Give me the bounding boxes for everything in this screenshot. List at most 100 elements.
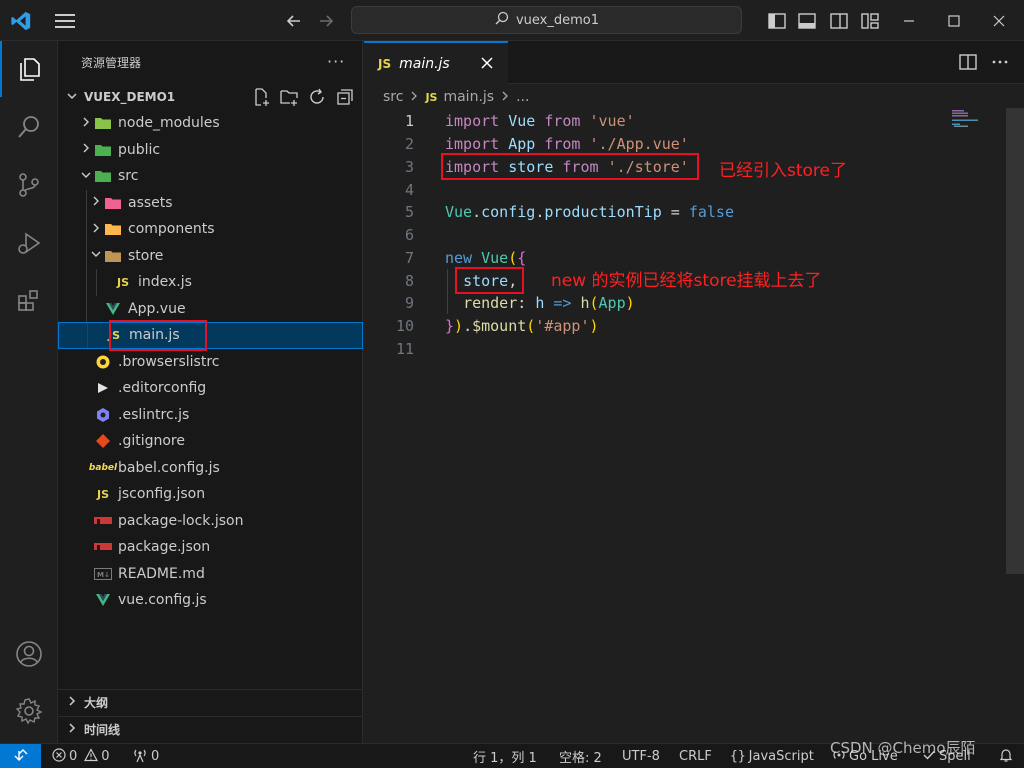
cursor-position[interactable]: 行 1，列 1: [473, 744, 537, 768]
line-number: 9: [404, 293, 414, 312]
split-editor-icon[interactable]: [958, 52, 978, 72]
refresh-icon[interactable]: [307, 87, 327, 107]
outline-label: 大纲: [84, 696, 109, 710]
toggle-secondary-sidebar-icon[interactable]: [829, 11, 849, 31]
close-icon[interactable]: [989, 11, 1009, 31]
problems-indicator[interactable]: 0 0: [52, 744, 110, 768]
source-control-icon[interactable]: [0, 157, 58, 213]
tree-item[interactable]: package.json: [58, 534, 363, 561]
ports-indicator[interactable]: 0: [132, 744, 159, 768]
chevron-right-icon[interactable]: [78, 116, 94, 131]
tab-main-js[interactable]: JS main.js: [364, 41, 508, 84]
outline-section-header[interactable]: 大纲: [58, 689, 363, 715]
customize-layout-icon[interactable]: [860, 11, 880, 31]
arrow-right-icon[interactable]: [316, 11, 336, 31]
line-number: 6: [404, 225, 414, 244]
minimize-icon[interactable]: [899, 11, 919, 31]
breadcrumb-file[interactable]: main.js: [443, 89, 494, 105]
vue-file-icon: [104, 300, 122, 318]
toggle-sidebar-icon[interactable]: [767, 11, 787, 31]
tree-item[interactable]: assets: [58, 189, 363, 216]
tree-item[interactable]: .editorconfig: [58, 375, 363, 402]
more-actions-icon[interactable]: [990, 52, 1010, 72]
tree-item[interactable]: store: [58, 242, 363, 269]
accounts-icon[interactable]: [0, 626, 58, 682]
eslint-file-icon: [94, 406, 112, 424]
tree-item[interactable]: node_modules: [58, 110, 363, 137]
eol-setting[interactable]: CRLF: [679, 744, 712, 768]
tree-item[interactable]: babel babel.config.js: [58, 455, 363, 482]
toggle-panel-icon[interactable]: [797, 11, 817, 31]
run-debug-icon[interactable]: [0, 215, 58, 271]
md-file-icon: M↓: [94, 565, 112, 583]
chevron-right-icon: [62, 695, 82, 710]
breadcrumb-tail[interactable]: ...: [516, 89, 529, 105]
tree-item[interactable]: M↓ README.md: [58, 561, 363, 588]
tree-indent-guide: [86, 242, 87, 269]
indentation-setting[interactable]: 空格: 2: [559, 744, 602, 768]
tree-item[interactable]: App.vue: [58, 295, 363, 322]
vscode-logo-icon: [10, 10, 32, 32]
collapse-all-icon[interactable]: [335, 87, 355, 107]
chevron-right-icon[interactable]: [88, 222, 104, 237]
notifications-bell[interactable]: [998, 744, 1014, 768]
maximize-icon[interactable]: [944, 11, 964, 31]
tree-item[interactable]: .gitignore: [58, 428, 363, 455]
tree-item[interactable]: .eslintrc.js: [58, 402, 363, 429]
new-file-icon[interactable]: [251, 87, 271, 107]
chevron-down-icon[interactable]: [78, 169, 94, 184]
folder-icon: [104, 220, 122, 238]
chevron-right-icon: [500, 89, 510, 105]
minimap[interactable]: [950, 108, 1006, 128]
folder-icon: [104, 247, 122, 265]
indent-guide: [447, 269, 448, 314]
tree-item-label: jsconfig.json: [118, 486, 206, 503]
more-actions-icon[interactable]: ···: [327, 52, 347, 72]
command-center-search[interactable]: vuex_demo1: [351, 6, 742, 34]
broadcast-icon: [132, 747, 148, 767]
search-icon[interactable]: [0, 99, 58, 155]
new-folder-icon[interactable]: [279, 87, 299, 107]
language-mode[interactable]: {} JavaScript: [730, 744, 814, 768]
tree-item[interactable]: src: [58, 163, 363, 190]
tree-item[interactable]: JS main.js: [58, 320, 363, 351]
breadcrumb-folder[interactable]: src: [383, 89, 403, 105]
js-file-icon: JS: [378, 56, 392, 71]
folder-icon: [94, 141, 112, 159]
search-icon: [494, 10, 510, 30]
close-tab-icon[interactable]: [478, 54, 496, 72]
arrow-left-icon[interactable]: [284, 11, 304, 31]
chevron-down-icon[interactable]: [88, 248, 104, 263]
npm-file-icon: [94, 538, 112, 556]
encoding-setting[interactable]: UTF-8: [622, 744, 660, 768]
tree-item[interactable]: package-lock.json: [58, 508, 363, 535]
line-number: 11: [395, 339, 414, 358]
tree-item-label: .gitignore: [118, 433, 185, 450]
braces-icon: {}: [730, 749, 746, 764]
tree-item[interactable]: vue.config.js: [58, 587, 363, 614]
editor-scrollbar[interactable]: [1006, 108, 1024, 574]
timeline-section-header[interactable]: 时间线: [58, 716, 363, 742]
code-editor[interactable]: 1 import Vue from 'vue' 2 import App fro…: [364, 108, 1024, 743]
code-line: 1 import Vue from 'vue': [364, 109, 944, 132]
hamburger-menu-icon[interactable]: [54, 12, 76, 30]
tree-item[interactable]: JS index.js: [58, 269, 363, 296]
tree-item[interactable]: public: [58, 137, 363, 164]
code-line: 5 Vue.config.productionTip = false: [364, 200, 944, 223]
remote-indicator[interactable]: [0, 744, 41, 768]
warning-count: 0: [101, 749, 110, 764]
chevron-right-icon[interactable]: [78, 142, 94, 157]
tree-indent-guide: [96, 269, 97, 296]
project-section-header[interactable]: VUEX_DEMO1: [58, 84, 363, 110]
browserslist-file-icon: [94, 353, 112, 371]
chevron-right-icon[interactable]: [88, 195, 104, 210]
extensions-icon[interactable]: [0, 273, 58, 329]
tree-item[interactable]: components: [58, 216, 363, 243]
tree-item[interactable]: JS jsconfig.json: [58, 481, 363, 508]
tree-item[interactable]: .browserslistrc: [58, 349, 363, 376]
tree-item-label: public: [118, 141, 161, 158]
tree-item-label: assets: [128, 194, 173, 211]
explorer-icon[interactable]: [0, 41, 58, 97]
line-number: 1: [404, 111, 414, 130]
settings-gear-icon[interactable]: [0, 683, 58, 739]
